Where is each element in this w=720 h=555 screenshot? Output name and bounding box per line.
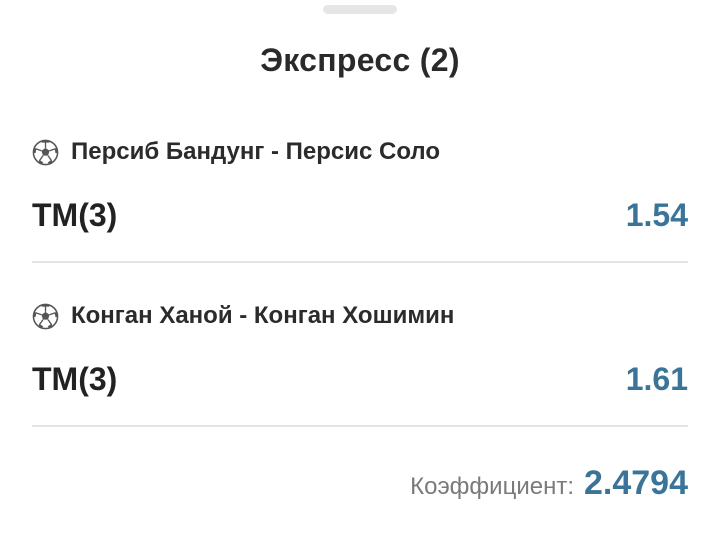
odd-value: 1.61 [625,361,688,397]
pick-row[interactable]: ТМ(3) 1.54 [32,172,688,258]
match-row: Персиб Бандунг - Персис Соло [32,132,688,172]
coefficient-value: 2.4794 [584,464,688,502]
express-bet-sheet: Экспресс (2) Персиб Бандунг - Персис Сол… [0,0,720,555]
divider [32,425,688,427]
outcome-label: ТМ(3) [32,197,118,233]
outcome-label: ТМ(3) [32,361,118,397]
match-name: Персиб Бандунг - Персис Соло [71,138,440,165]
coefficient-label: Коэффициент: [410,473,574,500]
match-name: Конган Ханой - Конган Хошимин [71,302,455,329]
soccer-ball-icon [32,303,59,329]
sheet-title: Экспресс (2) [260,42,460,78]
divider [32,261,688,263]
bet-item: Конган Ханой - Конган Хошимин ТМ(3) 1.61 [32,296,688,427]
soccer-ball-icon [32,139,59,165]
odd-value: 1.54 [625,197,688,233]
drag-handle[interactable] [323,5,397,14]
total-coefficient: Коэффициент: 2.4794 [410,464,688,503]
match-row: Конган Ханой - Конган Хошимин [32,296,688,336]
bet-item: Персиб Бандунг - Персис Соло ТМ(3) 1.54 [32,132,688,263]
pick-row[interactable]: ТМ(3) 1.61 [32,336,688,422]
